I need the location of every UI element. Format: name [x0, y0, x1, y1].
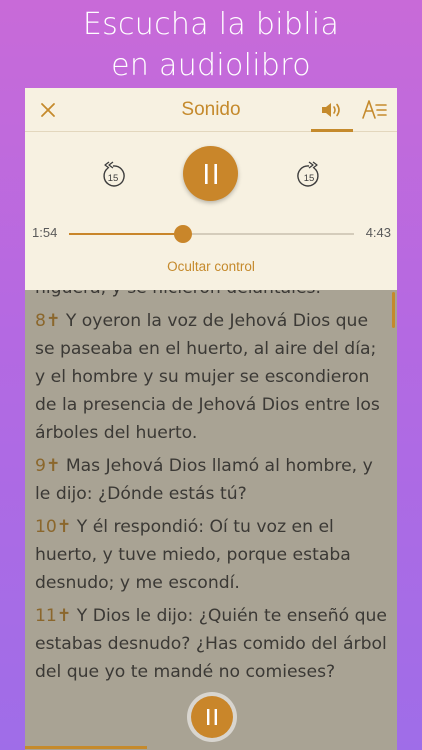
skip-back-button[interactable]: 15 [99, 160, 127, 190]
forward-15-icon: 15 [297, 161, 319, 187]
rewind-15-icon: 15 [103, 161, 125, 187]
speaker-icon [322, 103, 340, 117]
tab-text-format[interactable] [361, 96, 389, 124]
audio-control-panel: Sonido 15 15 1:54 4:43 Ocultar control [25, 88, 397, 290]
progress-fill [69, 233, 183, 235]
promo-headline: Escucha la biblia en audiolibro [0, 4, 422, 86]
mini-pause-button[interactable] [191, 696, 233, 738]
skip-forward-button[interactable]: 15 [295, 160, 323, 190]
toolbar: Sonido [25, 88, 397, 132]
bottom-progress-line [25, 746, 147, 749]
slider-thumb[interactable] [174, 225, 192, 243]
skip-back-label: 15 [108, 173, 119, 184]
tab-sound[interactable] [311, 88, 353, 132]
active-tab-indicator [311, 129, 353, 132]
dim-overlay[interactable] [25, 290, 397, 750]
pause-button[interactable] [183, 146, 238, 201]
pause-icon [204, 163, 217, 184]
progress-slider[interactable] [69, 233, 354, 235]
skip-forward-label: 15 [304, 173, 315, 184]
total-duration: 4:43 [365, 225, 391, 240]
hide-controls-button[interactable]: Ocultar control [25, 259, 397, 274]
elapsed-time: 1:54 [32, 225, 58, 240]
scroll-indicator[interactable] [392, 292, 395, 328]
headline-line-1: Escucha la biblia [82, 7, 340, 42]
text-format-icon [362, 100, 387, 119]
headline-line-2: en audiolibro [111, 48, 311, 83]
pause-icon [207, 709, 217, 725]
app-screen: higuera, y se hicieron delantales. 8✝ Y … [25, 88, 397, 750]
